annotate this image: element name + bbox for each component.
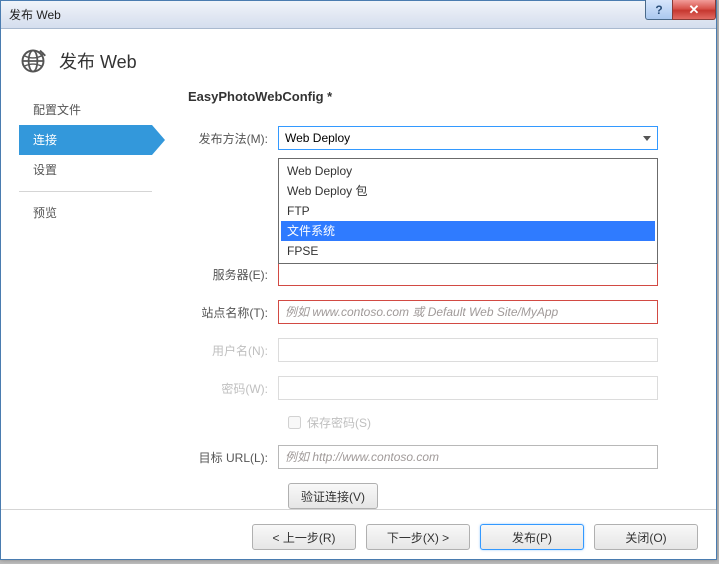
row-publish-method: 发布方法(M): Web Deploy (188, 126, 698, 150)
row-password: 密码(W): (188, 376, 698, 400)
close-window-button[interactable]: ✕ (672, 0, 716, 20)
dropdown-item-webdeploy-pkg[interactable]: Web Deploy 包 (281, 181, 655, 201)
chevron-down-icon (643, 136, 651, 141)
form-area: EasyPhotoWebConfig * 发布方法(M): Web Deploy… (152, 89, 698, 509)
prev-button[interactable]: < 上一步(R) (252, 524, 356, 550)
publish-button[interactable]: 发布(P) (480, 524, 584, 550)
publish-method-value: Web Deploy (285, 131, 350, 145)
sidebar: 配置文件 连接 设置 预览 (19, 89, 152, 509)
site-label: 站点名称(T): (188, 304, 278, 321)
dialog-header: 发布 Web (1, 29, 716, 89)
help-button[interactable]: ? (645, 0, 673, 20)
dest-url-input[interactable] (278, 445, 658, 469)
client-area: 发布 Web 配置文件 连接 设置 预览 EasyPhotoWebConfig … (1, 29, 716, 559)
publish-method-label: 发布方法(M): (188, 130, 278, 147)
dropdown-item-webdeploy[interactable]: Web Deploy (281, 161, 655, 181)
dialog-footer: < 上一步(R) 下一步(X) > 发布(P) 关闭(O) (1, 509, 716, 564)
dropdown-item-filesystem[interactable]: 文件系统 (281, 221, 655, 241)
titlebar: 发布 Web ? ✕ (1, 1, 716, 29)
publish-method-combo[interactable]: Web Deploy (278, 126, 658, 150)
profile-title: EasyPhotoWebConfig * (188, 89, 698, 104)
window-controls: ? ✕ (646, 0, 716, 20)
site-input[interactable] (278, 300, 658, 324)
sidebar-separator (19, 191, 152, 192)
row-server: 服务器(E): (188, 262, 698, 286)
validate-button[interactable]: 验证连接(V) (288, 483, 378, 509)
window-title: 发布 Web (9, 6, 61, 23)
row-save-password: 保存密码(S) (288, 414, 698, 431)
dialog-title: 发布 Web (59, 48, 137, 74)
close-icon: ✕ (689, 2, 700, 18)
row-dest-url: 目标 URL(L): (188, 445, 698, 469)
publish-method-dropdown: Web Deploy Web Deploy 包 FTP 文件系统 FPSE (278, 158, 658, 264)
row-site: 站点名称(T): (188, 300, 698, 324)
username-input (278, 338, 658, 362)
password-label: 密码(W): (188, 380, 278, 397)
next-button[interactable]: 下一步(X) > (366, 524, 470, 550)
sidebar-item-preview[interactable]: 预览 (19, 198, 152, 228)
server-input[interactable] (278, 262, 658, 286)
help-icon: ? (655, 3, 662, 17)
save-password-checkbox (288, 416, 301, 429)
username-label: 用户名(N): (188, 342, 278, 359)
dropdown-item-ftp[interactable]: FTP (281, 201, 655, 221)
sidebar-item-connection[interactable]: 连接 (19, 125, 152, 155)
dest-url-label: 目标 URL(L): (188, 449, 278, 466)
password-input (278, 376, 658, 400)
sidebar-item-settings[interactable]: 设置 (19, 155, 152, 185)
server-label: 服务器(E): (188, 266, 278, 283)
sidebar-item-profile[interactable]: 配置文件 (19, 95, 152, 125)
save-password-label: 保存密码(S) (307, 414, 371, 431)
dialog-window: 发布 Web ? ✕ 发布 Web 配置文件 连接 设置 (0, 0, 717, 560)
close-button[interactable]: 关闭(O) (594, 524, 698, 550)
row-username: 用户名(N): (188, 338, 698, 362)
globe-icon (19, 47, 47, 75)
dialog-body: 配置文件 连接 设置 预览 EasyPhotoWebConfig * 发布方法(… (1, 89, 716, 509)
dropdown-item-fpse[interactable]: FPSE (281, 241, 655, 261)
